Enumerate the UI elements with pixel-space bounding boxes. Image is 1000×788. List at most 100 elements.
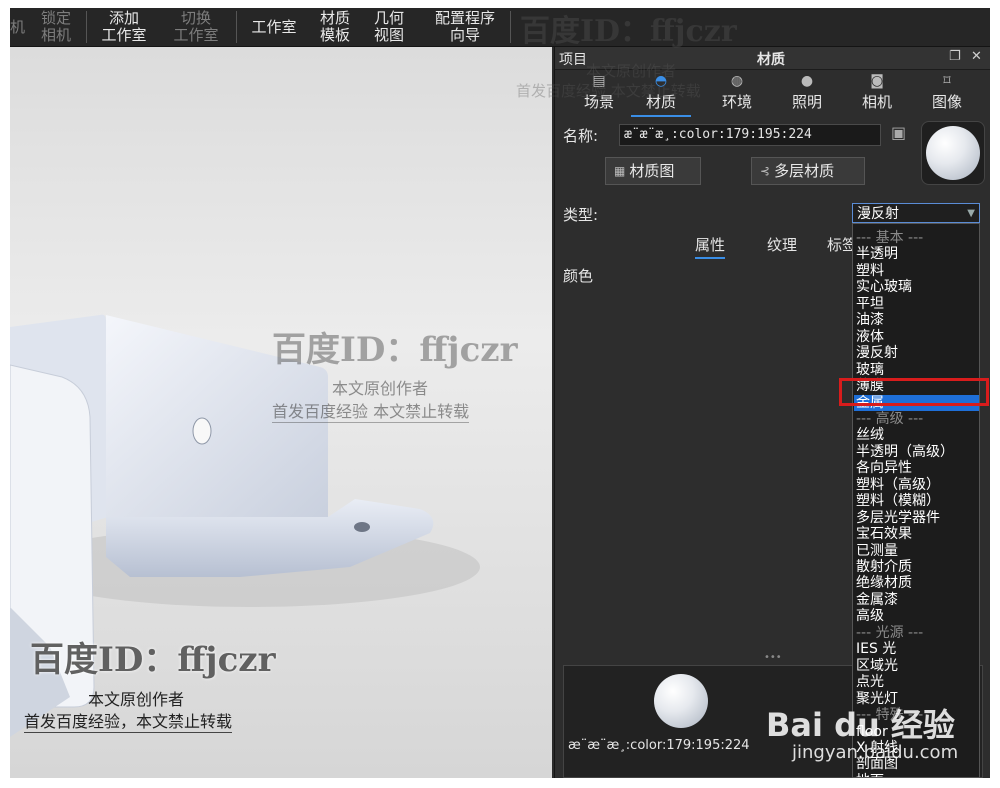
- swatch-sphere: [654, 674, 708, 728]
- material-caption: æ¨æ¨æ¸:color:179:195:224: [568, 738, 750, 753]
- watermark-notice: 首发百度经验 本文禁止转载: [516, 82, 701, 100]
- dropdown-option[interactable]: 丝绒: [856, 427, 976, 443]
- dropdown-option[interactable]: 半透明: [856, 246, 976, 262]
- dropdown-option[interactable]: 实心玻璃: [856, 279, 976, 295]
- ribbon-toolbar: 机 锁定 相机 添加 工作室 切换 工作室 工作室 材质 模板 几何 视图 配置…: [10, 8, 990, 47]
- tab-label: 图像: [931, 93, 962, 111]
- dropdown-group-header: --- 光源 ---: [856, 624, 924, 641]
- environment-icon: ◍: [730, 73, 744, 89]
- dropdown-option[interactable]: 地面: [856, 773, 976, 777]
- material-graph-button[interactable]: ▦ 材质图: [605, 157, 701, 185]
- tab-camera[interactable]: ◙ 相机: [847, 71, 907, 115]
- project-label: 项目: [559, 52, 587, 68]
- model-hole: [354, 522, 370, 532]
- restore-window-icon[interactable]: ❐: [949, 49, 961, 64]
- subtab-texture[interactable]: 纹理: [767, 234, 797, 255]
- dropdown-option[interactable]: 油漆: [856, 312, 976, 328]
- dropdown-option[interactable]: 散射介质: [856, 559, 976, 575]
- baidu-url: jingyan.baidu.com: [792, 742, 959, 763]
- material-type-select[interactable]: 漫反射 ▼: [852, 203, 980, 223]
- tab-environment[interactable]: ◍ 环境: [707, 71, 767, 115]
- toolbar-label: 向导: [449, 26, 480, 44]
- toolbar-label: 几何: [373, 9, 404, 27]
- material-type-dropdown[interactable]: --- 基本 --- 半透明 塑料 实心玻璃 平坦 油漆 液体 漫反射 玻璃 薄膜 金属 --- 高级…: [852, 223, 980, 778]
- toolbar-button-add-studio[interactable]: 添加 工作室: [96, 8, 152, 46]
- dropdown-option[interactable]: 塑料（高级）: [856, 477, 976, 493]
- multilayer-material-button[interactable]: ⊰ 多层材质: [751, 157, 865, 185]
- tab-label: 照明: [791, 93, 822, 111]
- image-icon: ⌑: [943, 73, 951, 89]
- dropdown-option[interactable]: 塑料: [856, 263, 976, 279]
- dropdown-option[interactable]: 塑料（模糊）: [856, 493, 976, 509]
- select-value: 漫反射: [857, 206, 899, 222]
- watermark-author: 本文原创作者: [332, 379, 429, 398]
- toolbar-button-lock-camera[interactable]: 锁定 相机: [34, 8, 78, 46]
- toolbar-label: 相机: [40, 26, 71, 44]
- name-label: 名称:: [563, 127, 599, 145]
- tab-label: 环境: [721, 93, 752, 111]
- toolbar-label: 添加: [108, 9, 139, 27]
- dropdown-option[interactable]: 金属漆: [856, 592, 976, 608]
- toolbar-button-geometry-view[interactable]: 几何 视图: [368, 8, 410, 46]
- close-icon[interactable]: ✕: [971, 49, 982, 64]
- preview-sphere: [926, 126, 980, 180]
- watermark-notice: 首发百度经验 本文禁止转载: [272, 398, 470, 423]
- toolbar-label: 机: [10, 17, 26, 36]
- toolbar-button-camera-partial[interactable]: 机: [10, 8, 26, 46]
- material-panel: 项目 材质 ❐ ✕ ▤ 场景 ◓ 材质 ◍ 环境 ● 照明 ◙ 相机 ⌑ 图像: [554, 47, 990, 778]
- toolbar-divider: [236, 11, 237, 43]
- chevron-down-icon: ▼: [967, 208, 975, 219]
- dropdown-option[interactable]: 绝缘材质: [856, 575, 976, 591]
- layers-icon: ⊰: [760, 164, 771, 178]
- watermark-id: 百度ID：ffjczr: [30, 640, 276, 680]
- toolbar-button-switch-studio[interactable]: 切换 工作室: [168, 8, 224, 46]
- toolbar-label: 工作室: [101, 26, 147, 44]
- watermark-author: 本文原创作者: [88, 690, 185, 709]
- subtab-properties[interactable]: 属性: [695, 234, 726, 259]
- toolbar-button-material-templates[interactable]: 材质 模板: [314, 8, 356, 46]
- toolbar-button-studio[interactable]: 工作室: [244, 8, 304, 46]
- toolbar-label: 配置程序: [434, 9, 495, 27]
- annotation-highlight-box: [839, 378, 989, 406]
- dropdown-option[interactable]: 平坦: [856, 296, 976, 312]
- panel-title: 材质: [757, 52, 785, 68]
- graph-icon: ▦: [614, 164, 626, 178]
- button-label: 材质图: [629, 162, 675, 180]
- tab-label: 相机: [861, 93, 892, 111]
- model-hole: [192, 417, 212, 445]
- grip-icon[interactable]: •••: [764, 652, 782, 663]
- material-preview: [921, 121, 985, 185]
- toolbar-label: 锁定: [40, 9, 71, 27]
- toolbar-label: 工作室: [173, 26, 219, 44]
- dropdown-option[interactable]: 宝石效果: [856, 526, 976, 542]
- button-label: 多层材质: [774, 162, 835, 180]
- dropdown-group-header: --- 高级 ---: [856, 410, 924, 427]
- dropdown-option[interactable]: IES 光: [856, 641, 976, 657]
- color-label: 颜色: [563, 267, 594, 285]
- toolbar-divider: [510, 11, 511, 43]
- material-name-input[interactable]: æ¨æ¨æ¸:color:179:195:224: [619, 124, 881, 146]
- type-label: 类型:: [563, 206, 599, 224]
- toolbar-button-configurator-wizard[interactable]: 配置程序 向导: [428, 8, 502, 46]
- dropdown-option[interactable]: 液体: [856, 329, 976, 345]
- tab-image[interactable]: ⌑ 图像: [917, 71, 977, 115]
- dropdown-option[interactable]: 多层光学器件: [856, 510, 976, 526]
- watermark-author: 本文原创作者: [586, 62, 677, 80]
- save-icon[interactable]: ▣: [891, 123, 906, 142]
- dropdown-option[interactable]: 玻璃: [856, 362, 976, 378]
- dropdown-option[interactable]: 已测量: [856, 543, 976, 559]
- dropdown-option[interactable]: 高级: [856, 608, 976, 624]
- baidu-logo: Bai du 经验: [766, 706, 955, 744]
- watermark-notice: 首发百度经验，本文禁止转载: [24, 708, 233, 733]
- dropdown-option[interactable]: 漫反射: [856, 345, 976, 361]
- toolbar-divider: [86, 11, 87, 43]
- toolbar-label: 材质: [319, 9, 350, 27]
- tab-lighting[interactable]: ● 照明: [777, 71, 837, 115]
- dropdown-option[interactable]: 半透明（高级）: [856, 444, 976, 460]
- toolbar-label: 切换: [180, 9, 211, 27]
- dropdown-option[interactable]: 点光: [856, 674, 976, 690]
- dropdown-option[interactable]: 各向异性: [856, 460, 976, 476]
- dropdown-option[interactable]: 区域光: [856, 658, 976, 674]
- watermark-id: 百度ID：ffjczr: [272, 330, 518, 370]
- lighting-icon: ●: [800, 73, 814, 89]
